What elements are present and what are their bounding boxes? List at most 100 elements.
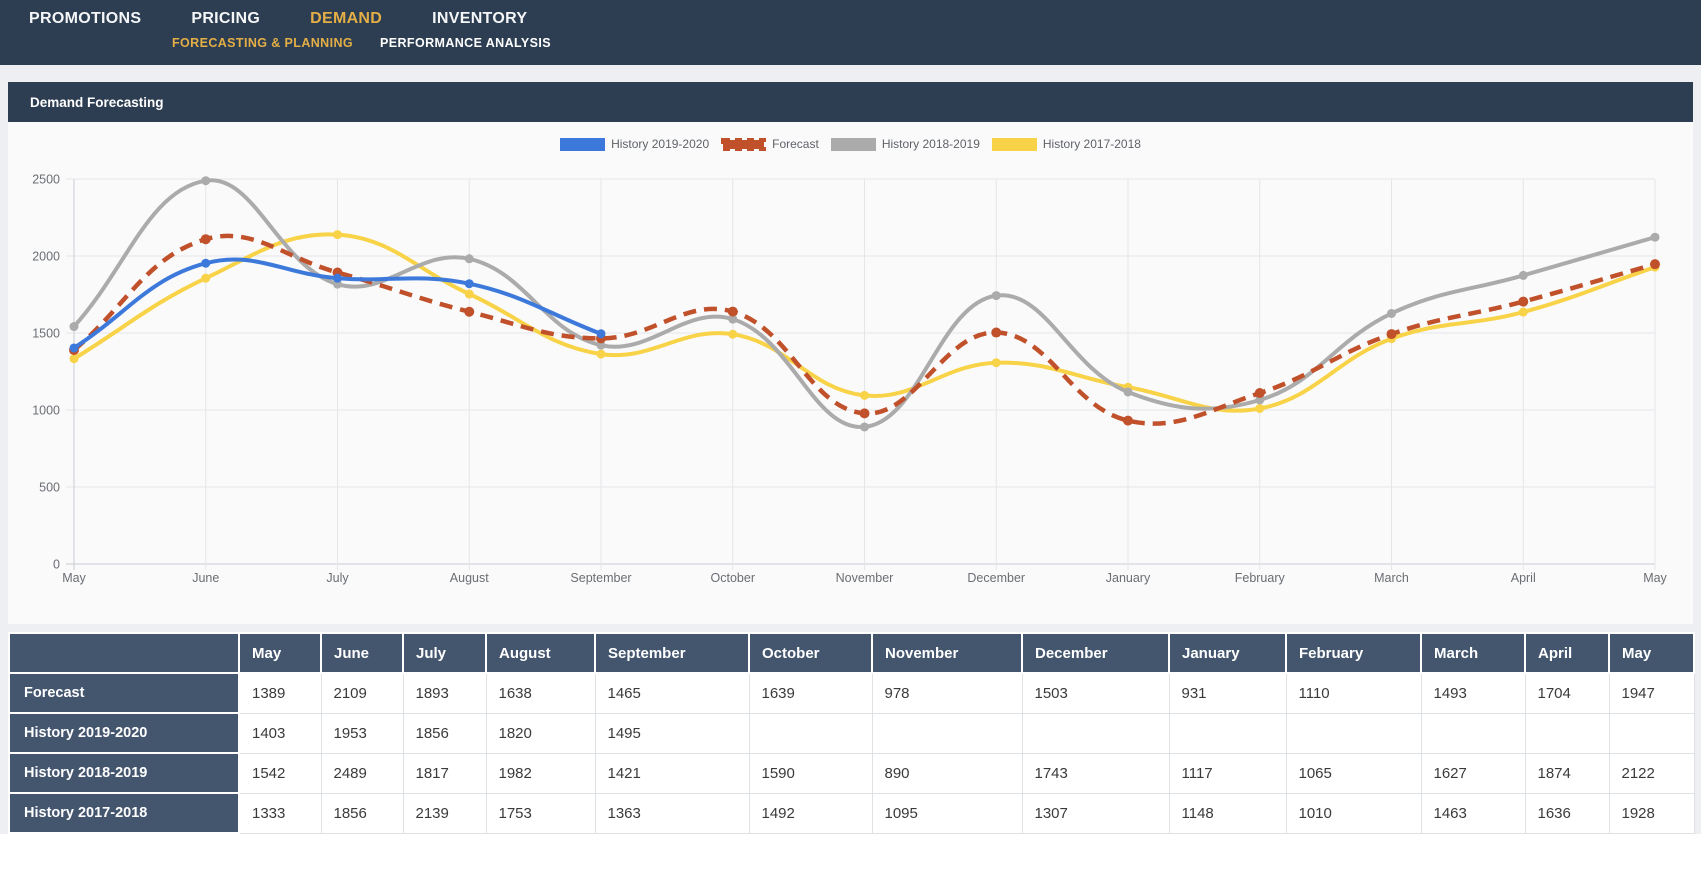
column-header-march-11: March bbox=[1420, 632, 1526, 674]
y-axis-tick-label: 0 bbox=[53, 558, 60, 572]
data-point-history-2019-2020 bbox=[596, 329, 606, 339]
cell-history-2019-2020-1: 1953 bbox=[320, 712, 404, 754]
cell-history-2018-2019-11: 1874 bbox=[1524, 752, 1610, 794]
nav-item-promotions[interactable]: PROMOTIONS bbox=[29, 10, 141, 28]
data-point-forecast bbox=[1123, 415, 1133, 426]
content-area: Demand Forecasting History 2019-2020 Fore… bbox=[0, 65, 1701, 834]
data-point-forecast bbox=[1386, 329, 1397, 340]
data-point-history-2019-2020 bbox=[201, 258, 211, 268]
legend-swatch-history-2019-2020 bbox=[560, 137, 606, 151]
data-point-history-2017-2018 bbox=[991, 358, 1001, 368]
data-point-history-2019-2020 bbox=[464, 279, 474, 289]
data-point-forecast bbox=[1254, 388, 1265, 399]
column-header-may-1: May bbox=[238, 632, 322, 674]
cell-forecast-12: 1947 bbox=[1608, 672, 1695, 714]
legend-swatch-history-2017-2018 bbox=[991, 137, 1037, 151]
cell-history-2019-2020-10 bbox=[1420, 712, 1526, 754]
cell-history-2019-2020-0: 1403 bbox=[238, 712, 322, 754]
data-point-history-2017-2018 bbox=[464, 289, 474, 299]
data-point-history-2018-2019 bbox=[1650, 232, 1660, 242]
data-point-forecast bbox=[1650, 259, 1660, 270]
cell-history-2019-2020-3: 1820 bbox=[485, 712, 596, 754]
data-point-forecast bbox=[859, 408, 870, 419]
panel-header: Demand Forecasting bbox=[8, 82, 1693, 122]
cell-history-2017-2018-11: 1636 bbox=[1524, 792, 1610, 834]
column-header-september-5: September bbox=[594, 632, 750, 674]
nav-item-demand[interactable]: DEMAND bbox=[310, 10, 382, 28]
table-body: Forecast 1389 2109 1893 1638 1465 1639 978 1503 9… bbox=[8, 672, 1695, 834]
subnav-item-forecasting-planning[interactable]: FORECASTING & PLANNING bbox=[172, 36, 353, 50]
column-header-august-4: August bbox=[485, 632, 596, 674]
cell-history-2017-2018-9: 1010 bbox=[1285, 792, 1422, 834]
cell-forecast-2: 1893 bbox=[402, 672, 487, 714]
y-axis-tick-label: 2500 bbox=[32, 173, 60, 187]
top-nav: PROMOTIONS PRICING DEMAND INVENTORY FORECAS… bbox=[0, 0, 1701, 65]
cell-history-2019-2020-5 bbox=[748, 712, 873, 754]
column-header-february-10: February bbox=[1285, 632, 1422, 674]
demand-chart: 0 500 1000 1500 2000 2500 May June July August Sep… bbox=[32, 173, 1667, 586]
y-axis-tick-label: 1000 bbox=[32, 404, 60, 418]
cell-forecast-0: 1389 bbox=[238, 672, 322, 714]
cell-history-2019-2020-12 bbox=[1608, 712, 1695, 754]
y-axis-tick-label: 1500 bbox=[32, 327, 60, 341]
legend-item-history-2019-2020[interactable]: History 2019-2020 bbox=[560, 137, 709, 151]
legend-item-forecast[interactable]: Forecast bbox=[721, 137, 819, 151]
column-header-june-2: June bbox=[320, 632, 404, 674]
table-corner-cell bbox=[8, 632, 240, 674]
table-head: May June July August September October Novembe… bbox=[8, 632, 1695, 674]
cell-history-2018-2019-7: 1743 bbox=[1021, 752, 1170, 794]
column-header-july-3: July bbox=[402, 632, 487, 674]
cell-forecast-5: 1639 bbox=[748, 672, 873, 714]
cell-forecast-10: 1493 bbox=[1420, 672, 1526, 714]
cell-history-2017-2018-3: 1753 bbox=[485, 792, 596, 834]
cell-history-2017-2018-5: 1492 bbox=[748, 792, 873, 834]
cell-history-2019-2020-8 bbox=[1168, 712, 1287, 754]
x-axis-tick-label: January bbox=[1106, 571, 1151, 585]
cell-history-2018-2019-2: 1817 bbox=[402, 752, 487, 794]
x-axis-tick-label: August bbox=[450, 571, 489, 585]
forecast-table: May June July August September October Novembe… bbox=[8, 632, 1695, 834]
data-point-history-2018-2019 bbox=[1387, 308, 1396, 318]
column-header-april-12: April bbox=[1524, 632, 1610, 674]
table-row-forecast: Forecast 1389 2109 1893 1638 1465 1639 978 1503 9… bbox=[8, 672, 1695, 714]
nav-item-inventory[interactable]: INVENTORY bbox=[432, 10, 527, 28]
data-point-history-2018-2019 bbox=[991, 291, 1001, 301]
cell-history-2019-2020-9 bbox=[1285, 712, 1422, 754]
nav-item-pricing[interactable]: PRICING bbox=[191, 10, 260, 28]
row-label-history-2017-2018: History 2017-2018 bbox=[8, 792, 240, 834]
x-axis-tick-label: December bbox=[967, 571, 1025, 585]
chart-legend: History 2019-2020 Forecast History 2018-20… bbox=[8, 137, 1693, 151]
data-point-history-2017-2018 bbox=[596, 349, 606, 359]
row-label-history-2018-2019: History 2018-2019 bbox=[8, 752, 240, 794]
row-label-history-2019-2020: History 2019-2020 bbox=[8, 712, 240, 754]
data-point-history-2018-2019 bbox=[69, 322, 79, 332]
data-point-history-2017-2018 bbox=[728, 329, 738, 339]
chart-area: History 2019-2020 Forecast History 2018-20… bbox=[8, 122, 1693, 624]
cell-history-2019-2020-2: 1856 bbox=[402, 712, 487, 754]
data-point-history-2017-2018 bbox=[1518, 307, 1528, 317]
column-header-december-8: December bbox=[1021, 632, 1170, 674]
subnav-item-performance-analysis[interactable]: PERFORMANCE ANALYSIS bbox=[380, 36, 551, 50]
legend-label-history-2017-2018: History 2017-2018 bbox=[1042, 137, 1141, 151]
data-point-history-2017-2018 bbox=[860, 390, 869, 400]
table-row-history-2018-2019: History 2018-2019 1542 2489 1817 1982 1421 159… bbox=[8, 752, 1695, 794]
data-point-history-2019-2020 bbox=[69, 343, 79, 353]
legend-label-history-2019-2020: History 2019-2020 bbox=[611, 137, 710, 151]
data-point-history-2018-2019 bbox=[464, 254, 474, 264]
legend-item-history-2018-2019[interactable]: History 2018-2019 bbox=[830, 137, 980, 151]
x-axis-tick-label: February bbox=[1235, 571, 1286, 585]
cell-history-2017-2018-6: 1095 bbox=[871, 792, 1023, 834]
table-row-history-2017-2018: History 2017-2018 1333 1856 2139 1753 1363 149… bbox=[8, 792, 1695, 834]
x-axis-tick-label: November bbox=[836, 571, 894, 585]
cell-forecast-8: 931 bbox=[1168, 672, 1287, 714]
x-axis-tick-label: September bbox=[570, 571, 631, 585]
data-point-history-2017-2018 bbox=[201, 273, 211, 283]
cell-history-2017-2018-2: 2139 bbox=[402, 792, 487, 834]
cell-forecast-9: 1110 bbox=[1285, 672, 1422, 714]
data-point-history-2017-2018 bbox=[69, 354, 79, 364]
cell-history-2018-2019-8: 1117 bbox=[1168, 752, 1287, 794]
data-point-history-2018-2019 bbox=[860, 422, 869, 432]
legend-item-history-2017-2018[interactable]: History 2017-2018 bbox=[991, 137, 1141, 151]
cell-forecast-7: 1503 bbox=[1021, 672, 1170, 714]
legend-label-forecast: Forecast bbox=[772, 137, 819, 151]
